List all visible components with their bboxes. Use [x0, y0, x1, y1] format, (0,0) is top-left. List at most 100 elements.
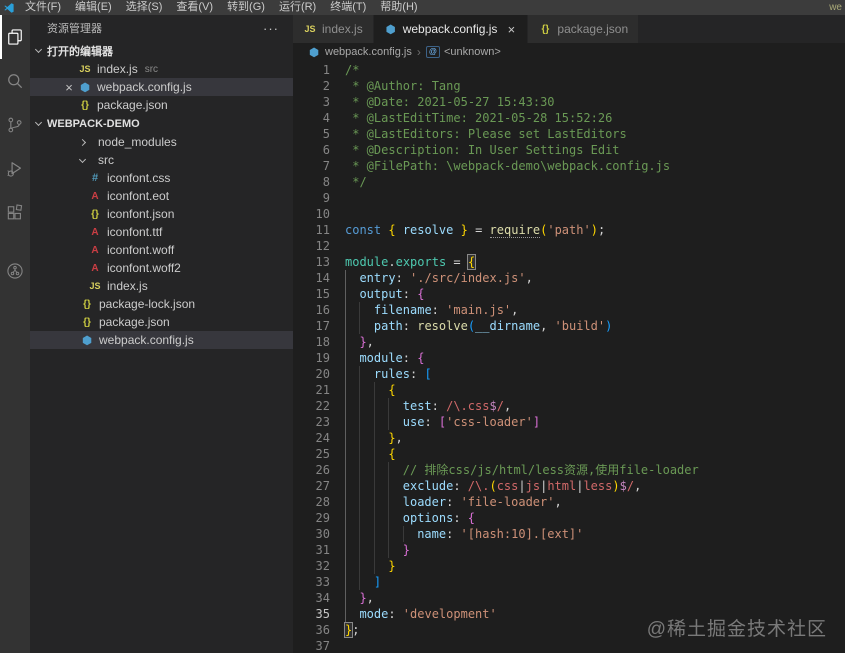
- js-file-icon: JS: [304, 24, 316, 34]
- code-line[interactable]: 9: [293, 190, 845, 206]
- activity-bar: [0, 15, 30, 653]
- tree-file-webpack.config.js[interactable]: ⬢ webpack.config.js: [30, 331, 293, 349]
- indent-guide: [373, 430, 388, 446]
- line-content: [330, 238, 345, 254]
- close-icon[interactable]: ×: [60, 80, 78, 95]
- extensions-icon[interactable]: [0, 191, 30, 235]
- code-line[interactable]: 8 */: [293, 174, 845, 190]
- tab-package.json[interactable]: {} package.json: [528, 15, 639, 43]
- line-number: 31: [315, 543, 330, 557]
- code-line[interactable]: 34},: [293, 590, 845, 606]
- tree-file-iconfont.woff[interactable]: Aiconfont.woff: [30, 241, 293, 259]
- breadcrumb-file[interactable]: webpack.config.js: [325, 46, 412, 58]
- code-line[interactable]: 7 * @FilePath: \webpack-demo\webpack.con…: [293, 158, 845, 174]
- indent-guide: [345, 414, 359, 430]
- code-line[interactable]: 13 module.exports = {: [293, 254, 845, 270]
- tree-file-iconfont.json[interactable]: {} iconfont.json: [30, 205, 293, 223]
- code-line[interactable]: 12: [293, 238, 845, 254]
- indent-guide: [359, 510, 373, 526]
- menu-item[interactable]: 帮助(H): [373, 1, 424, 13]
- project-root-header[interactable]: WEBPACK-DEMO: [30, 114, 293, 133]
- chevron-right-icon: [78, 138, 87, 146]
- tree-folder-node_modules[interactable]: node_modules: [30, 133, 293, 151]
- code-editor[interactable]: 1/* 2 * @Author: Tang 3 * @Date: 2021-05-2…: [293, 61, 845, 653]
- menu-item[interactable]: 终端(T): [323, 1, 373, 13]
- more-actions-icon[interactable]: ···: [257, 21, 285, 36]
- code-line[interactable]: 29 options: {: [293, 510, 845, 526]
- close-icon[interactable]: ×: [505, 22, 517, 37]
- json-file-icon: {}: [83, 316, 91, 328]
- tree-file-package.json[interactable]: {} package.json: [30, 313, 293, 331]
- breadcrumb[interactable]: ⬢ webpack.config.js › @ <unknown>: [293, 43, 845, 61]
- code-line[interactable]: 18},: [293, 334, 845, 350]
- line-content: * @LastEditTime: 2021-05-28 15:52:26: [330, 110, 612, 126]
- code-token: name: [417, 527, 447, 541]
- code-token: * @LastEditTime: 2021-05-28 15:52:26: [345, 111, 613, 125]
- code-line[interactable]: 16 filename: 'main.js',: [293, 302, 845, 318]
- menu-item[interactable]: 转到(G): [220, 1, 272, 13]
- line-content: {: [330, 446, 396, 462]
- menu-item[interactable]: 文件(F): [18, 1, 68, 13]
- open-editors-header[interactable]: 打开的编辑器: [30, 41, 293, 60]
- code-line[interactable]: 14 entry: './src/index.js',: [293, 270, 845, 286]
- explorer-icon[interactable]: [0, 15, 30, 59]
- open-editor-item[interactable]: JS index.js src: [30, 60, 293, 78]
- code-line[interactable]: 2 * @Author: Tang: [293, 78, 845, 94]
- code-line[interactable]: 33]: [293, 574, 845, 590]
- menu-item[interactable]: 运行(R): [272, 1, 323, 13]
- code-line[interactable]: 24},: [293, 430, 845, 446]
- line-content: use: ['css-loader']: [330, 414, 540, 430]
- code-line[interactable]: 20 rules: [: [293, 366, 845, 382]
- code-line[interactable]: 32}: [293, 558, 845, 574]
- code-line[interactable]: 30 name: '[hash:10].[ext]': [293, 526, 845, 542]
- code-token: loader: [402, 495, 447, 509]
- tree-file-package-lock.json[interactable]: {} package-lock.json: [30, 295, 293, 313]
- line-content: // 排除css/js/html/less资源,使用file-loader: [330, 462, 699, 478]
- code-line[interactable]: 5 * @LastEditors: Please set LastEditors: [293, 126, 845, 142]
- remote-explorer-icon[interactable]: [0, 249, 30, 293]
- code-line[interactable]: 3 * @Date: 2021-05-27 15:43:30: [293, 94, 845, 110]
- open-editor-label: webpack.config.js: [97, 80, 192, 94]
- code-line[interactable]: 22 test: /\.css$/,: [293, 398, 845, 414]
- line-number: 8: [322, 175, 330, 189]
- open-editors-list: JS index.js src × ⬢ webpack.config.js {} packag…: [30, 60, 293, 114]
- code-line[interactable]: 1 /*: [293, 62, 845, 78]
- code-line[interactable]: 19 module: {: [293, 350, 845, 366]
- code-token: * @Description: In User Settings Edit: [345, 143, 620, 157]
- code-line[interactable]: 6 * @Description: In User Settings Edit: [293, 142, 845, 158]
- code-line[interactable]: 26 // 排除css/js/html/less资源,使用file-loader: [293, 462, 845, 478]
- code-line[interactable]: 28 loader: 'file-loader',: [293, 494, 845, 510]
- tree-file-iconfont.ttf[interactable]: Aiconfont.ttf: [30, 223, 293, 241]
- menu-item[interactable]: 选择(S): [119, 1, 170, 13]
- code-line[interactable]: 15 output: {: [293, 286, 845, 302]
- tree-folder-src[interactable]: src: [30, 151, 293, 169]
- menu-item[interactable]: 查看(V): [169, 1, 220, 13]
- code-token: ): [590, 223, 598, 237]
- indent-guide: [373, 446, 388, 462]
- tab-index.js[interactable]: JS index.js: [293, 15, 373, 43]
- code-line[interactable]: 23 use: ['css-loader']: [293, 414, 845, 430]
- open-editor-item[interactable]: × ⬢ webpack.config.js: [30, 78, 293, 96]
- code-line[interactable]: 31}: [293, 542, 845, 558]
- code-line[interactable]: 25 {: [293, 446, 845, 462]
- code-line[interactable]: 27 exclude: /\.(css|js|html|less)$/,: [293, 478, 845, 494]
- line-number: 16: [315, 303, 330, 317]
- tree-file-iconfont.css[interactable]: # iconfont.css: [30, 169, 293, 187]
- breadcrumb-symbol[interactable]: <unknown>: [444, 46, 501, 58]
- search-icon[interactable]: [0, 59, 30, 103]
- open-editor-item[interactable]: {} package.json: [30, 96, 293, 114]
- code-line[interactable]: 11 const { resolve } = require('path');: [293, 222, 845, 238]
- indent-guide: [359, 494, 373, 510]
- menu-item[interactable]: 编辑(E): [68, 1, 119, 13]
- tree-file-index.js[interactable]: JS index.js: [30, 277, 293, 295]
- indent-guide: [388, 478, 402, 494]
- code-line[interactable]: 17 path: resolve(__dirname, 'build'): [293, 318, 845, 334]
- tab-webpack.config.js[interactable]: ⬢ webpack.config.js ×: [373, 15, 528, 43]
- code-line[interactable]: 10: [293, 206, 845, 222]
- code-line[interactable]: 4 * @LastEditTime: 2021-05-28 15:52:26: [293, 110, 845, 126]
- code-line[interactable]: 21 {: [293, 382, 845, 398]
- tree-file-iconfont.eot[interactable]: Aiconfont.eot: [30, 187, 293, 205]
- tree-file-iconfont.woff2[interactable]: Aiconfont.woff2: [30, 259, 293, 277]
- source-control-icon[interactable]: [0, 103, 30, 147]
- run-debug-icon[interactable]: [0, 147, 30, 191]
